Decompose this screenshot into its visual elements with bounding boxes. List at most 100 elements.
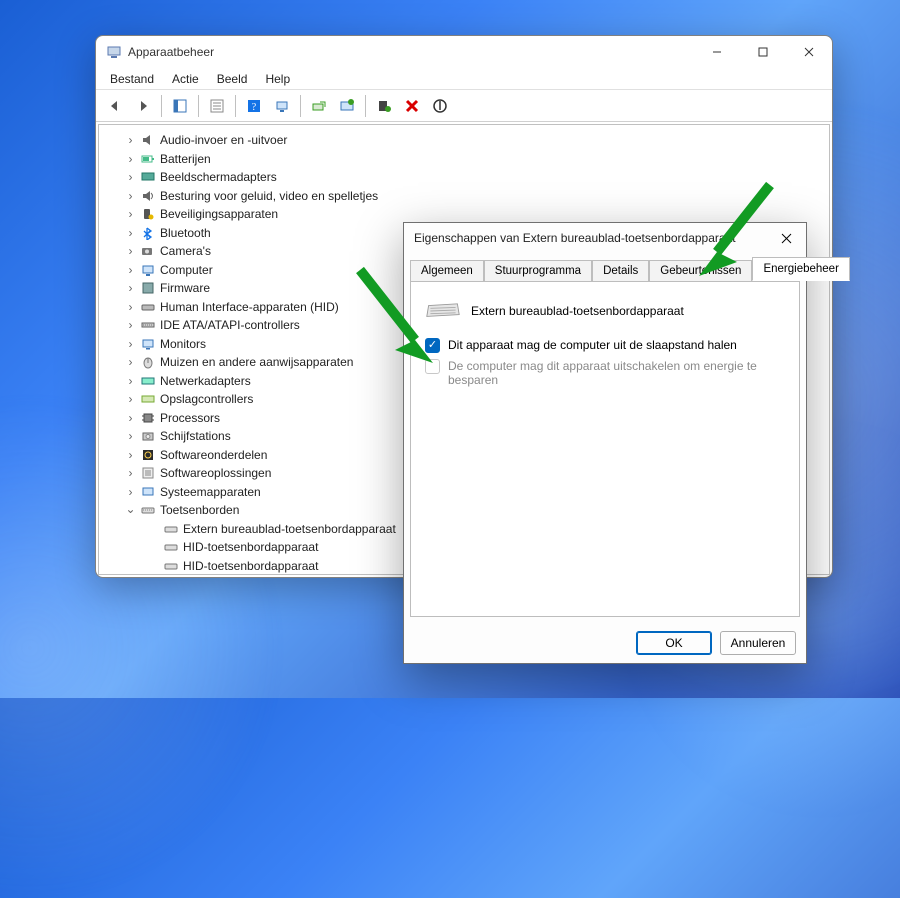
firmware-icon: [140, 281, 156, 295]
add-legacy-hardware-button[interactable]: [371, 93, 397, 119]
tree-label: Firmware: [160, 281, 210, 295]
maximize-button[interactable]: [740, 36, 786, 68]
svg-text:?: ?: [252, 102, 257, 113]
toolbar: ?: [96, 90, 832, 122]
chevron-right-icon: ›: [125, 468, 136, 479]
menu-help[interactable]: Help: [257, 70, 298, 88]
uninstall-device-button[interactable]: [399, 93, 425, 119]
titlebar: Apparaatbeheer: [96, 36, 832, 68]
chevron-right-icon: ›: [125, 246, 136, 257]
dialog-title: Eigenschappen van Extern bureaublad-toet…: [414, 231, 766, 245]
forward-button[interactable]: [130, 93, 156, 119]
checkbox-wake-row[interactable]: Dit apparaat mag de computer uit de slaa…: [425, 338, 785, 353]
chevron-right-icon: ›: [125, 394, 136, 405]
menu-action[interactable]: Actie: [164, 70, 207, 88]
tree-node[interactable]: ›Beveiligingsapparaten: [107, 205, 821, 224]
disable-device-button[interactable]: [427, 93, 453, 119]
chevron-right-icon: ›: [125, 135, 136, 146]
toolbar-separator: [365, 95, 366, 117]
show-hide-tree-button[interactable]: [167, 93, 193, 119]
keyboard-icon: [140, 503, 156, 517]
tree-label: HID-toetsenbordapparaat: [183, 559, 318, 573]
tab-details[interactable]: Details: [592, 260, 649, 282]
keyboard-large-icon: [425, 302, 461, 320]
scan-hardware-button[interactable]: [269, 93, 295, 119]
tree-label: Human Interface-apparaten (HID): [160, 300, 339, 314]
tree-label: Camera's: [160, 244, 211, 258]
security-icon: [140, 207, 156, 221]
software-device-icon: [140, 466, 156, 480]
keyboard-icon: [163, 540, 179, 554]
tree-label: Monitors: [160, 337, 206, 351]
properties-button[interactable]: [204, 93, 230, 119]
back-button[interactable]: [102, 93, 128, 119]
battery-icon: [140, 152, 156, 166]
audio-icon: [140, 133, 156, 147]
tree-node[interactable]: › Besturing voor geluid, video en spellet…: [107, 187, 821, 206]
device-header: Extern bureaublad-toetsenbordapparaat: [425, 302, 785, 320]
chevron-right-icon: ›: [125, 431, 136, 442]
chevron-right-icon: ›: [125, 264, 136, 275]
tree-node[interactable]: › Batterijen: [107, 150, 821, 169]
checkbox-turnoff-row: De computer mag dit apparaat uitschakele…: [425, 359, 785, 387]
tab-power[interactable]: Energiebeheer: [752, 257, 849, 281]
dialog-close-button[interactable]: [766, 223, 806, 253]
tree-label: Muizen en andere aanwijsapparaten: [160, 355, 353, 369]
tree-label: Besturing voor geluid, video en spelletj…: [160, 189, 378, 203]
ok-button[interactable]: OK: [636, 631, 712, 655]
help-button[interactable]: ?: [241, 93, 267, 119]
cancel-button[interactable]: Annuleren: [720, 631, 796, 655]
checkbox-wake[interactable]: [425, 338, 440, 353]
computer-icon: [140, 263, 156, 277]
chevron-right-icon: ›: [125, 190, 136, 201]
minimize-button[interactable]: [694, 36, 740, 68]
chevron-right-icon: ›: [125, 209, 136, 220]
chevron-right-icon: ›: [125, 375, 136, 386]
toolbar-separator: [300, 95, 301, 117]
close-button[interactable]: [786, 36, 832, 68]
tab-panel-power: Extern bureaublad-toetsenbordapparaat Di…: [410, 281, 800, 617]
window-title: Apparaatbeheer: [128, 45, 694, 59]
tree-label: Extern bureaublad-toetsenbordapparaat: [183, 522, 396, 536]
chevron-right-icon: ›: [125, 172, 136, 183]
processor-icon: [140, 411, 156, 425]
software-component-icon: [140, 448, 156, 462]
properties-dialog: Eigenschappen van Extern bureaublad-toet…: [403, 222, 807, 664]
dialog-button-row: OK Annuleren: [404, 623, 806, 663]
update-driver-button[interactable]: [306, 93, 332, 119]
chevron-right-icon: ›: [125, 153, 136, 164]
chevron-right-icon: ›: [125, 283, 136, 294]
disk-icon: [140, 429, 156, 443]
hid-icon: [140, 300, 156, 314]
checkbox-turnoff: [425, 359, 440, 374]
toolbar-separator: [198, 95, 199, 117]
tree-node[interactable]: ›Audio-invoer en -uitvoer: [107, 131, 821, 150]
chevron-right-icon: ›: [125, 227, 136, 238]
tree-label: Batterijen: [160, 152, 211, 166]
keyboard-icon: [163, 522, 179, 536]
toolbar-separator: [235, 95, 236, 117]
tab-driver[interactable]: Stuurprogramma: [484, 260, 592, 282]
tree-node[interactable]: › Beeldschermadapters: [107, 168, 821, 187]
tree-label: Bluetooth: [160, 226, 211, 240]
chevron-right-icon: ›: [125, 301, 136, 312]
chevron-right-icon: ›: [125, 357, 136, 368]
tab-general[interactable]: Algemeen: [410, 260, 484, 282]
chevron-right-icon: ›: [125, 486, 136, 497]
tree-label: Netwerkadapters: [160, 374, 251, 388]
tree-label: Systeemapparaten: [160, 485, 261, 499]
tree-label: Computer: [160, 263, 213, 277]
tree-label: Softwareonderdelen: [160, 448, 267, 462]
tree-label: Beeldschermadapters: [160, 170, 277, 184]
chevron-right-icon: ›: [125, 412, 136, 423]
ide-icon: [140, 318, 156, 332]
tab-events[interactable]: Gebeurtenissen: [649, 260, 752, 282]
menu-file[interactable]: Bestand: [102, 70, 162, 88]
tree-label: Schijfstations: [160, 429, 231, 443]
menu-view[interactable]: Beeld: [209, 70, 256, 88]
bluetooth-icon: [140, 226, 156, 240]
enable-device-button[interactable]: [334, 93, 360, 119]
tree-label: Opslagcontrollers: [160, 392, 253, 406]
display-adapter-icon: [140, 170, 156, 184]
monitor-icon: [140, 337, 156, 351]
